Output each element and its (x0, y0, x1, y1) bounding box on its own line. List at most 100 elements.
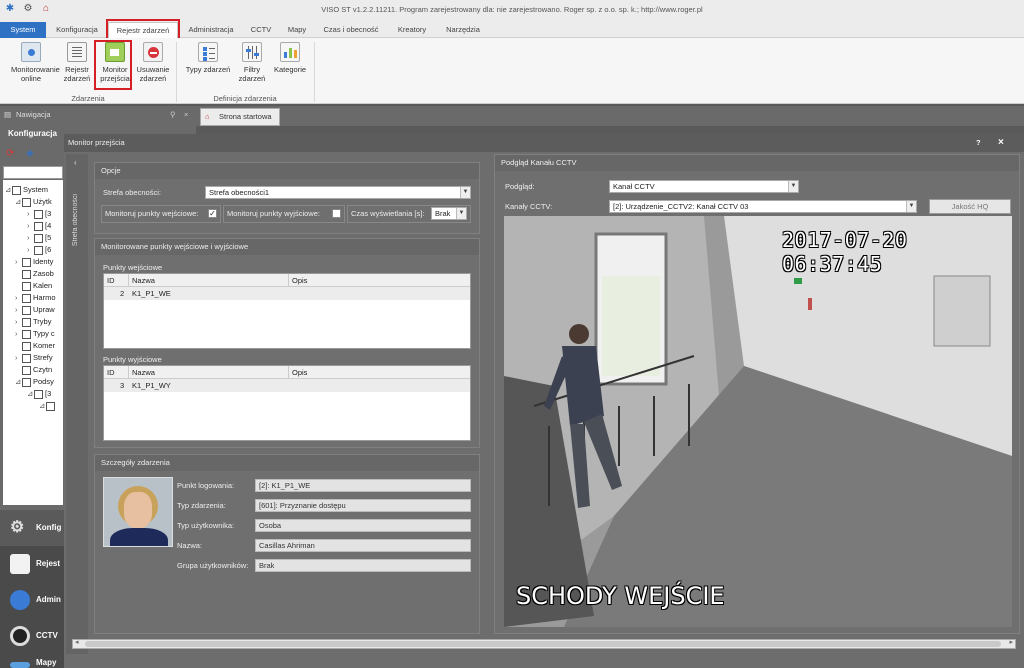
user-group-value: Brak (255, 559, 471, 572)
tree-item[interactable]: › Harmo (15, 292, 56, 304)
tree-item[interactable]: ⊿ Podsy (15, 376, 54, 388)
entry-points-title: Punkty wejściowe (103, 263, 163, 272)
tree-item[interactable]: › Tryby (15, 316, 51, 328)
monitor-out-checkbox[interactable] (332, 209, 341, 218)
tree-item[interactable]: Komer (15, 340, 55, 352)
document-list-icon (67, 42, 87, 62)
table-row[interactable]: 2 K1_P1_WE (104, 287, 470, 300)
nav-button-cctv[interactable]: CCTV (0, 618, 64, 654)
scrollbar-thumb[interactable] (85, 641, 1001, 647)
ribbon-highlight (94, 40, 132, 90)
tree-item[interactable]: Czytn (15, 364, 52, 376)
tree-item[interactable]: › Strefy (15, 352, 53, 364)
camera-caption: SCHODY WEJŚCIE (516, 582, 725, 610)
window-title: VISO ST v1.2.2.11211. Program zarejestro… (321, 5, 703, 14)
nav-button-rejestr[interactable]: Rejest (0, 546, 64, 582)
tab-system[interactable]: System (0, 22, 46, 38)
tree-item[interactable]: › [5 (27, 232, 51, 244)
tree-item[interactable]: ⊿ [3 (27, 388, 51, 400)
side-collapse-strip[interactable]: ‹ Strefa obecności (66, 154, 88, 654)
monitor-in-label: Monitoruj punkty wejściowe: (105, 209, 199, 218)
categories-button[interactable]: Kategorie (270, 42, 310, 74)
login-point-value: [2]: K1_P1_WE (255, 479, 471, 492)
ribbon-separator (176, 42, 177, 102)
exit-points-title: Punkty wyjściowe (103, 355, 162, 364)
tab-administracja[interactable]: Administracja (184, 22, 238, 38)
pin-icon[interactable]: ⚲ (170, 106, 176, 124)
user-type-label: Typ użytkownika: (177, 521, 235, 530)
nav-button-konfiguracja[interactable]: ⚙ Konfig (0, 510, 64, 546)
navigation-header: Nawigacja ▤ ⚲ × (0, 106, 196, 124)
tree-item[interactable]: ⊿ (39, 400, 57, 412)
camera-image (504, 216, 1012, 627)
categories-label: Kategorie (273, 65, 307, 74)
scroll-right-icon[interactable]: ▸ (1009, 638, 1013, 646)
tree-item[interactable]: › [6 (27, 244, 51, 256)
tree-item[interactable]: ⊿ System (5, 184, 48, 196)
tab-czas-i-obecnosc[interactable]: Czas i obecność (318, 22, 384, 38)
tree-item[interactable]: Zasob (15, 268, 54, 280)
channel-label: Kanały CCTV: (505, 202, 553, 211)
tree-item[interactable]: › Identy (15, 256, 53, 268)
tab-kreatory[interactable]: Kreatory (390, 22, 434, 38)
nav-button-mapy[interactable]: Mapy (0, 654, 64, 668)
help-icon[interactable]: ? (976, 134, 981, 152)
grid-header: ID Nazwa Opis (104, 366, 470, 379)
event-details-panel: Szczegóły zdarzenia Punkt logowania: [2]… (94, 454, 480, 634)
display-time-label: Czas wyświetlania [s]: (351, 209, 425, 218)
close-icon[interactable]: × (998, 134, 1004, 152)
nav-button-administracja[interactable]: Admin (0, 582, 64, 618)
monitor-in-checkbox[interactable]: ✓ (208, 209, 217, 218)
chevron-down-icon: ▼ (456, 208, 466, 219)
horizontal-scrollbar[interactable]: ◂ ▸ (72, 639, 1016, 649)
chevron-down-icon: ▼ (906, 201, 916, 212)
tree-item[interactable]: › Typy c (15, 328, 55, 340)
event-filters-button[interactable]: Filtry zdarzeń (234, 42, 270, 83)
close-icon[interactable]: × (184, 106, 188, 124)
tree-item[interactable]: ⊿ Użytk (15, 196, 52, 208)
zone-select[interactable]: Strefa obecności1 ▼ (205, 186, 471, 199)
delete-events-label: Usuwanie zdarzeń (136, 65, 170, 83)
nav-search-input[interactable] (3, 166, 63, 179)
event-details-header: Szczegóły zdarzenia (95, 455, 479, 471)
tab-narzedzia[interactable]: Narzędzia (440, 22, 486, 38)
tab-start-page-label: Strona startowa (219, 112, 272, 121)
monitored-points-header: Monitorowane punkty wejściowe i wyjściow… (95, 239, 479, 255)
hq-quality-button[interactable]: Jakość HQ (929, 199, 1011, 214)
chevron-down-icon: ▼ (460, 187, 470, 198)
table-row[interactable]: 3 K1_P1_WY (104, 379, 470, 392)
dialog-header: Monitor przejścia ? × (64, 134, 1024, 152)
log-icon (10, 554, 30, 574)
entry-points-grid[interactable]: ID Nazwa Opis 2 K1_P1_WE (103, 273, 471, 349)
tree-item[interactable]: › [3 (27, 208, 51, 220)
tab-cctv[interactable]: CCTV (246, 22, 276, 38)
nav-icon: ▤ (4, 110, 12, 119)
monitoring-online-button[interactable]: Monitorowanie online (4, 42, 60, 83)
scroll-left-icon[interactable]: ◂ (75, 638, 79, 646)
tree-item[interactable]: Kalen (15, 280, 52, 292)
monitored-points-panel: Monitorowane punkty wejściowe i wyjściow… (94, 238, 480, 448)
event-log-button[interactable]: Rejestr zdarzeń (58, 42, 96, 83)
preview-select[interactable]: Kanał CCTV ▼ (609, 180, 799, 193)
navigation-subtitle: Konfiguracja (0, 124, 64, 144)
group-label-events: Zdarzenia (71, 94, 105, 103)
refresh-icon[interactable]: ⟳ (6, 148, 14, 159)
name-value: Casillas Ahriman (255, 539, 471, 552)
monitoring-online-label: Monitorowanie online (11, 65, 60, 83)
delete-events-button[interactable]: Usuwanie zdarzeń (134, 42, 172, 83)
chevron-left-icon[interactable]: ‹ (74, 158, 77, 167)
monitor-screen-icon (21, 42, 41, 62)
display-time-select[interactable]: Brak ▼ (431, 207, 467, 220)
exit-points-grid[interactable]: ID Nazwa Opis 3 K1_P1_WY (103, 365, 471, 441)
tab-start-page[interactable]: ⌂ Strona startowa (200, 108, 280, 126)
tab-mapy[interactable]: Mapy (282, 22, 312, 38)
event-types-button[interactable]: Typy zdarzeń (182, 42, 234, 74)
layers-icon[interactable]: ◈ (26, 148, 34, 159)
tree-item[interactable]: › [4 (27, 220, 51, 232)
tab-konfiguracja[interactable]: Konfiguracja (50, 22, 104, 38)
tree-item[interactable]: › Upraw (15, 304, 55, 316)
channel-select[interactable]: [2]: Urządzenie_CCTV2: Kanał CCTV 03 ▼ (609, 200, 917, 213)
tab-highlight (106, 19, 180, 40)
user-photo (103, 477, 173, 547)
event-types-label: Typy zdarzeń (185, 65, 231, 74)
